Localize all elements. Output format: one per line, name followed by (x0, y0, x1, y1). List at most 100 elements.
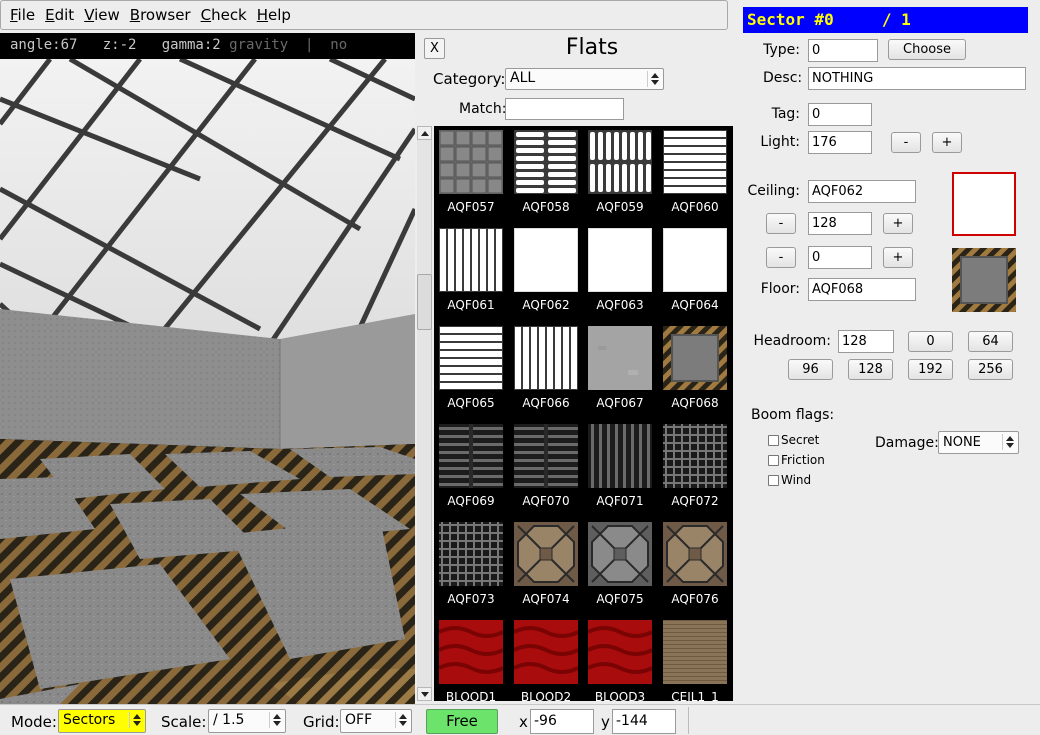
flat-name: AQF071 (596, 494, 644, 508)
scroll-up-icon[interactable] (417, 126, 432, 140)
tag-input[interactable]: 0 (808, 103, 872, 126)
x-coordinate-input[interactable]: -96 (530, 709, 594, 734)
ceiling-texture-input[interactable]: AQF062 (808, 180, 916, 203)
flat-thumbnail[interactable]: AQF070 (509, 420, 583, 518)
floor-texture-input[interactable]: AQF068 (808, 278, 916, 301)
headroom-preset-96[interactable]: 96 (788, 359, 833, 380)
flat-thumbnail[interactable]: AQF061 (434, 224, 508, 322)
flat-texture-image (514, 228, 578, 292)
3d-scene-render[interactable] (0, 59, 415, 704)
scroll-thumb[interactable] (417, 274, 432, 330)
light-input[interactable]: 176 (808, 131, 872, 154)
flat-name: AQF070 (522, 494, 570, 508)
bottom-status-bar: Mode: Sectors Scale: / 1.5 Grid: OFF Fre… (0, 704, 1040, 735)
flag-wind-checkbox[interactable]: Wind (768, 473, 811, 487)
texture-browser-panel: X Flats Category: ALL Match: AQF057 AQF05… (417, 33, 733, 701)
flat-texture-image (588, 522, 652, 586)
headroom-preset-192[interactable]: 192 (908, 359, 953, 380)
flat-name: AQF059 (596, 200, 644, 214)
flag-friction-checkbox[interactable]: Friction (768, 453, 825, 467)
match-label: Match: (459, 101, 507, 117)
flat-thumbnail[interactable]: AQF058 (509, 126, 583, 224)
flat-thumbnail[interactable]: AQF075 (583, 518, 657, 616)
scroll-down-icon[interactable] (417, 687, 432, 701)
flat-thumbnail[interactable]: AQF076 (658, 518, 732, 616)
headroom-preset-256[interactable]: 256 (968, 359, 1013, 380)
light-minus-button[interactable]: - (891, 132, 921, 153)
menu-file[interactable]: File (5, 6, 40, 24)
flat-thumbnail[interactable]: BLOOD1 (434, 616, 508, 701)
3d-viewport[interactable]: angle:67 z:-2 gamma:2 gravity | no (0, 33, 415, 704)
flat-thumbnail[interactable]: CEIL1_1 (658, 616, 732, 701)
select-arrows-icon (1002, 434, 1016, 450)
menu-check[interactable]: Check (196, 6, 252, 24)
flat-thumbnail[interactable]: AQF063 (583, 224, 657, 322)
floor-minus-button[interactable]: - (766, 247, 796, 268)
floor-height-input[interactable]: 0 (808, 246, 872, 269)
flat-name: AQF067 (596, 396, 644, 410)
flat-thumbnail[interactable]: AQF064 (658, 224, 732, 322)
select-arrows-icon (269, 712, 283, 728)
type-label: Type: (763, 42, 800, 58)
menu-view[interactable]: View (79, 6, 125, 24)
flat-name: BLOOD1 (445, 690, 497, 701)
checkbox-icon (768, 474, 779, 486)
match-input[interactable] (505, 98, 624, 120)
browser-close-button[interactable]: X (424, 38, 445, 59)
grid-label: Grid: (303, 713, 340, 731)
headroom-preset-128[interactable]: 128 (848, 359, 893, 380)
menu-browser[interactable]: Browser (125, 6, 196, 24)
flat-name: AQF074 (522, 592, 570, 606)
floor-texture-preview[interactable] (952, 248, 1016, 312)
ceiling-minus-button[interactable]: - (766, 213, 796, 234)
desc-label: Desc: (763, 70, 803, 86)
tag-label: Tag: (771, 106, 800, 122)
headroom-preset-64[interactable]: 64 (968, 331, 1013, 352)
flat-thumbnail[interactable]: AQF066 (509, 322, 583, 420)
flat-texture-image (663, 326, 727, 390)
flat-thumbnail[interactable]: BLOOD2 (509, 616, 583, 701)
ceiling-height-input[interactable]: 128 (808, 212, 872, 235)
flat-thumbnail[interactable]: AQF067 (583, 322, 657, 420)
flat-thumbnail[interactable]: AQF062 (509, 224, 583, 322)
flat-thumbnail[interactable]: AQF071 (583, 420, 657, 518)
headroom-preset-0[interactable]: 0 (908, 331, 953, 352)
free-mode-button[interactable]: Free (426, 709, 498, 734)
choose-button[interactable]: Choose (888, 39, 966, 60)
flat-name: AQF069 (447, 494, 495, 508)
flat-thumbnail[interactable]: AQF073 (434, 518, 508, 616)
mode-select[interactable]: Sectors (58, 709, 146, 733)
grid-select[interactable]: OFF (340, 709, 412, 733)
menu-help[interactable]: Help (252, 6, 296, 24)
flat-thumbnail[interactable]: AQF059 (583, 126, 657, 224)
flat-thumbnail[interactable]: AQF072 (658, 420, 732, 518)
flat-thumbnail[interactable]: BLOOD3 (583, 616, 657, 701)
browser-scrollbar[interactable] (417, 126, 432, 701)
y-coordinate-input[interactable]: -144 (612, 709, 676, 734)
flat-thumbnail[interactable]: AQF068 (658, 322, 732, 420)
x-label: x (519, 713, 528, 731)
floor-plus-button[interactable]: + (883, 247, 913, 268)
scale-select[interactable]: / 1.5 (208, 709, 286, 733)
floor-label: Floor: (760, 281, 800, 297)
damage-label: Damage: (875, 435, 939, 451)
ceiling-plus-button[interactable]: + (883, 213, 913, 234)
headroom-input[interactable]: 128 (838, 330, 894, 353)
ceiling-texture-preview[interactable] (952, 172, 1016, 236)
flat-name: CEIL1_1 (671, 690, 719, 701)
flat-texture-image (514, 522, 578, 586)
flat-thumbnail[interactable]: AQF057 (434, 126, 508, 224)
desc-input[interactable]: NOTHING (808, 67, 1026, 90)
y-label: y (601, 713, 610, 731)
type-input[interactable]: 0 (808, 39, 878, 62)
flat-thumbnail[interactable]: AQF065 (434, 322, 508, 420)
light-plus-button[interactable]: + (932, 132, 962, 153)
category-select[interactable]: ALL (505, 68, 664, 90)
flat-thumbnail[interactable]: AQF069 (434, 420, 508, 518)
damage-select[interactable]: NONE (938, 431, 1019, 454)
flat-texture-image (588, 326, 652, 390)
menu-edit[interactable]: Edit (40, 6, 79, 24)
flag-secret-checkbox[interactable]: Secret (768, 433, 819, 447)
flat-thumbnail[interactable]: AQF060 (658, 126, 732, 224)
flat-thumbnail[interactable]: AQF074 (509, 518, 583, 616)
